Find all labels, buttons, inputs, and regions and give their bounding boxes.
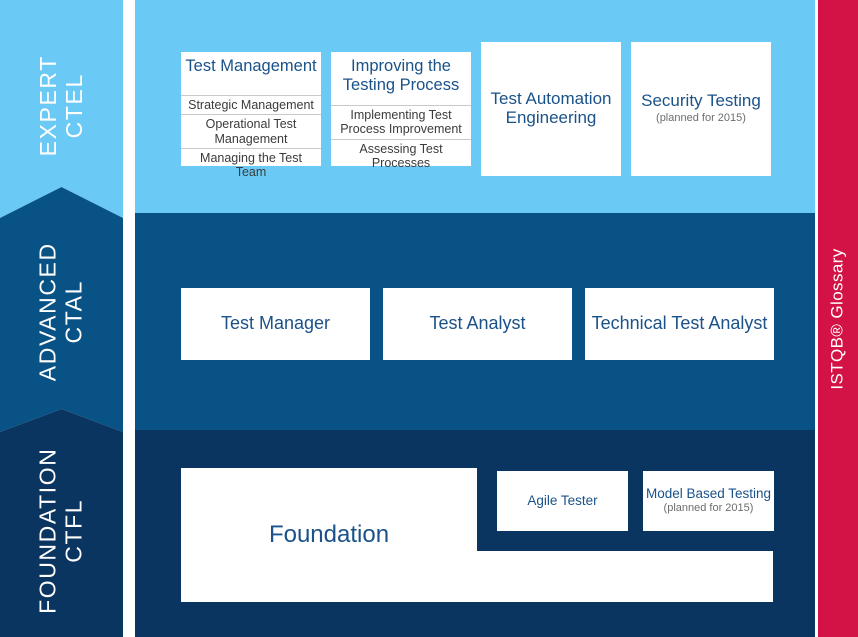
expert-card-test-automation-engineering[interactable]: Test Automation Engineering — [481, 42, 621, 176]
level-arrow-advanced: ADVANCED CTAL — [0, 187, 123, 432]
advanced-card-test-manager[interactable]: Test Manager — [181, 288, 370, 360]
expert-card-title: Improving the Testing Process — [342, 57, 460, 94]
foundation-extension-note: (planned for 2015) — [663, 502, 754, 515]
advanced-card-test-analyst[interactable]: Test Analyst — [383, 288, 572, 360]
expert-card-title: Test Management — [185, 57, 317, 75]
level-arrow-expert: EXPERT CTEL — [0, 0, 123, 218]
foundation-extension-agile-tester[interactable]: Agile Tester — [497, 471, 628, 531]
expert-module-item[interactable]: Assessing Test Processes — [331, 138, 471, 173]
level-name-advanced: ADVANCED — [34, 242, 61, 381]
level-abbr-advanced: CTAL — [60, 279, 87, 344]
expert-module-item[interactable]: Implementing Test Process Improvement — [331, 105, 471, 139]
expert-card-title-group: Security Testing (planned for 2015) — [641, 92, 761, 125]
expert-card-title: Test Automation Engineering — [490, 89, 612, 127]
level-arrow-foundation: FOUNDATION CTFL — [0, 409, 123, 637]
level-arrow-foundation-labels: FOUNDATION CTFL — [34, 447, 88, 615]
expert-card-title: Security Testing — [641, 91, 761, 111]
advanced-card-title: Technical Test Analyst — [591, 313, 768, 334]
foundation-extension-title: Agile Tester — [527, 493, 598, 509]
expert-card-security-testing[interactable]: Security Testing (planned for 2015) — [631, 42, 771, 176]
advanced-card-title: Test Manager — [220, 313, 331, 334]
level-abbr-expert: CTEL — [60, 73, 87, 139]
foundation-extension-model-based-testing[interactable]: Model Based Testing (planned for 2015) — [643, 471, 774, 531]
scheme-panel: Test Management Strategic Management Ope… — [135, 0, 815, 637]
foundation-card-title: Foundation — [268, 521, 390, 548]
advanced-card-technical-test-analyst[interactable]: Technical Test Analyst — [585, 288, 774, 360]
advanced-card-title: Test Analyst — [429, 313, 526, 334]
istqb-glossary-label: ISTQB® Glossary — [828, 247, 848, 390]
foundation-extension-title: Model Based Testing — [645, 486, 772, 502]
expert-module-item[interactable]: Managing the Test Team — [181, 147, 321, 182]
certification-level-arrows: EXPERT CTEL ADVANCED CTAL FOUNDATION CTF… — [0, 0, 123, 637]
level-arrow-advanced-labels: ADVANCED CTAL — [34, 242, 88, 381]
level-arrow-expert-labels: EXPERT CTEL — [34, 55, 88, 157]
expert-card-test-management[interactable]: Test Management Strategic Management Ope… — [181, 52, 321, 179]
level-name-foundation: FOUNDATION — [34, 447, 61, 615]
expert-card-improving-the-testing-process[interactable]: Improving the Testing Process Implementi… — [331, 52, 471, 170]
level-abbr-foundation: CTFL — [60, 499, 87, 563]
istqb-glossary-bar[interactable]: ISTQB® Glossary — [818, 0, 858, 637]
level-name-expert: EXPERT — [34, 55, 61, 157]
expert-module-item[interactable]: Strategic Management — [181, 95, 321, 114]
istqb-certification-scheme-diagram: EXPERT CTEL ADVANCED CTAL FOUNDATION CTF… — [0, 0, 858, 637]
expert-card-note: (planned for 2015) — [656, 111, 746, 124]
expert-module-item[interactable]: Operational Test Management — [181, 114, 321, 148]
